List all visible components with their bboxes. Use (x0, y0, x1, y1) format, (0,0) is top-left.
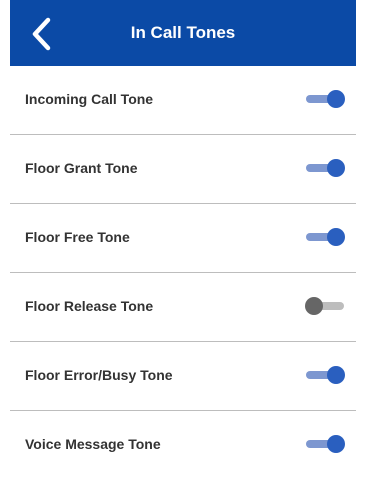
setting-label: Floor Grant Tone (25, 160, 138, 176)
toggle-thumb (327, 228, 345, 246)
header-bar: In Call Tones (10, 0, 356, 66)
toggle-thumb (327, 435, 345, 453)
setting-row-voice-message-tone: Voice Message Tone (10, 411, 356, 480)
setting-row-floor-free-tone: Floor Free Tone (10, 204, 356, 273)
setting-label: Incoming Call Tone (25, 91, 154, 107)
floor-error-busy-tone-toggle[interactable] (304, 364, 348, 386)
toggle-thumb (305, 297, 323, 315)
floor-free-tone-toggle[interactable] (304, 226, 348, 248)
toggle-thumb (327, 90, 345, 108)
incoming-call-tone-toggle[interactable] (304, 88, 348, 110)
setting-label: Floor Release Tone (25, 298, 154, 314)
setting-row-floor-grant-tone: Floor Grant Tone (10, 135, 356, 204)
chevron-left-icon (32, 17, 51, 51)
setting-row-floor-release-tone: Floor Release Tone (10, 273, 356, 342)
floor-release-tone-toggle[interactable] (304, 295, 348, 317)
setting-label: Floor Free Tone (25, 229, 130, 245)
setting-row-incoming-call-tone: Incoming Call Tone (10, 66, 356, 135)
setting-label: Floor Error/Busy Tone (25, 367, 173, 383)
toggle-thumb (327, 366, 345, 384)
back-button[interactable] (24, 15, 58, 53)
floor-grant-tone-toggle[interactable] (304, 157, 348, 179)
voice-message-tone-toggle[interactable] (304, 433, 348, 455)
page-title: In Call Tones (130, 23, 236, 42)
toggle-thumb (327, 159, 345, 177)
setting-row-floor-error-busy-tone: Floor Error/Busy Tone (10, 342, 356, 411)
settings-list: Incoming Call Tone Floor Grant Tone Floo… (10, 66, 356, 480)
setting-label: Voice Message Tone (25, 436, 161, 452)
app-screen: In Call Tones Incoming Call Tone Floor G… (10, 0, 356, 476)
